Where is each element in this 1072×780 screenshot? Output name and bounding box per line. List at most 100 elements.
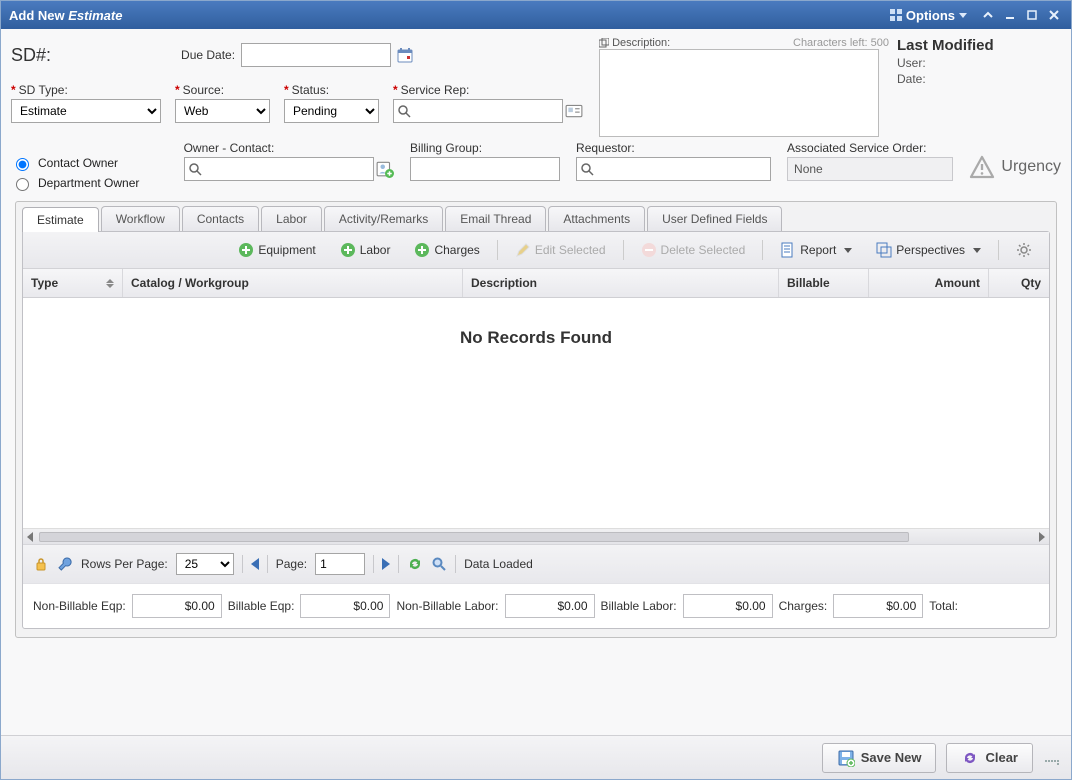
add-charges-button[interactable]: Charges <box>405 238 488 262</box>
charges-label: Charges: <box>779 599 828 613</box>
billing-group-label: Billing Group: <box>410 141 560 155</box>
col-billable[interactable]: Billable <box>779 269 869 297</box>
grid-toolbar: Equipment Labor Charges Edit Selected <box>23 232 1049 269</box>
billable-eqp-label: Billable Eqp: <box>228 599 295 613</box>
clear-icon <box>961 749 979 767</box>
options-menu[interactable]: Options <box>890 8 967 23</box>
plus-circle-icon <box>238 242 254 258</box>
assoc-so-value: None <box>787 157 953 181</box>
chars-left-label: Characters left: 500 <box>793 37 889 49</box>
window: Add New Estimate Options SD#: Due Date: <box>0 0 1072 780</box>
owner-contact-label: Owner - Contact: <box>184 141 394 155</box>
status-select[interactable]: Pending <box>284 99 379 123</box>
no-records-message: No Records Found <box>460 328 612 348</box>
search-icon <box>580 162 594 176</box>
tab-strip: EstimateWorkflowContactsLaborActivity/Re… <box>18 202 1054 231</box>
pager: Rows Per Page: 25 Page: Data Loaded <box>23 544 1049 583</box>
tab-estimate[interactable]: Estimate <box>22 207 99 232</box>
save-icon <box>837 749 855 767</box>
rows-per-page-select[interactable]: 25 <box>176 553 234 575</box>
horizontal-scrollbar[interactable] <box>23 528 1049 544</box>
add-labor-button[interactable]: Labor <box>331 238 400 262</box>
col-qty[interactable]: Qty <box>989 269 1049 297</box>
billable-labor-label: Billable Labor: <box>601 599 677 613</box>
billable-labor-value: $0.00 <box>683 594 773 618</box>
window-title: Add New Estimate <box>9 8 122 23</box>
lock-icon[interactable] <box>33 556 49 572</box>
delete-selected-button: Delete Selected <box>632 238 755 262</box>
save-new-button[interactable]: Save New <box>822 743 937 773</box>
tab-user-defined-fields[interactable]: User Defined Fields <box>647 206 782 231</box>
owner-contact-input[interactable] <box>184 157 374 181</box>
billing-group-input[interactable] <box>410 157 560 181</box>
department-owner-radio[interactable]: Department Owner <box>11 175 168 191</box>
prev-page-button[interactable] <box>251 558 259 570</box>
contact-owner-radio[interactable]: Contact Owner <box>11 155 168 171</box>
calendar-icon[interactable] <box>397 47 413 63</box>
wrench-icon[interactable] <box>57 556 73 572</box>
description-textarea[interactable] <box>599 49 879 137</box>
last-modified-header: Last Modified <box>897 37 1061 54</box>
lm-user-label: User: <box>897 56 926 70</box>
scroll-right-icon[interactable] <box>1039 532 1045 542</box>
pencil-icon <box>515 242 531 258</box>
sd-type-select[interactable]: Estimate <box>11 99 161 123</box>
collapse-button[interactable] <box>979 6 997 24</box>
requestor-input[interactable] <box>576 157 771 181</box>
page-input[interactable] <box>315 553 365 575</box>
non-billable-eqp-label: Non-Billable Eqp: <box>33 599 126 613</box>
perspectives-dropdown[interactable]: Perspectives <box>867 238 990 262</box>
search-icon[interactable] <box>431 556 447 572</box>
status-label: Status: <box>284 83 379 97</box>
plus-circle-icon <box>414 242 430 258</box>
settings-button[interactable] <box>1007 238 1041 262</box>
maximize-button[interactable] <box>1023 6 1041 24</box>
tab-panel-estimate: Equipment Labor Charges Edit Selected <box>22 231 1050 629</box>
tab-frame: EstimateWorkflowContactsLaborActivity/Re… <box>15 201 1057 638</box>
col-type[interactable]: Type <box>23 269 123 297</box>
charges-value: $0.00 <box>833 594 923 618</box>
plus-circle-icon <box>340 242 356 258</box>
billable-eqp-value: $0.00 <box>300 594 390 618</box>
col-amount[interactable]: Amount <box>869 269 989 297</box>
report-dropdown[interactable]: Report <box>771 238 861 262</box>
search-icon <box>397 104 411 118</box>
next-page-button[interactable] <box>382 558 390 570</box>
tab-activity-remarks[interactable]: Activity/Remarks <box>324 206 443 231</box>
urgency-label: Urgency <box>1001 158 1061 176</box>
requestor-label: Requestor: <box>576 141 771 155</box>
chevron-down-icon <box>844 248 852 253</box>
non-billable-labor-label: Non-Billable Labor: <box>396 599 498 613</box>
tab-workflow[interactable]: Workflow <box>101 206 180 231</box>
tab-contacts[interactable]: Contacts <box>182 206 259 231</box>
pager-status: Data Loaded <box>464 557 533 571</box>
tab-email-thread[interactable]: Email Thread <box>445 206 546 231</box>
sort-icon <box>106 279 114 288</box>
tab-attachments[interactable]: Attachments <box>548 206 645 231</box>
minimize-button[interactable] <box>1001 6 1019 24</box>
window-title-prefix: Add New <box>9 8 68 23</box>
close-button[interactable] <box>1045 6 1063 24</box>
sd-type-label: SD Type: <box>11 83 161 97</box>
totals-bar: Non-Billable Eqp: $0.00 Billable Eqp: $0… <box>23 583 1049 628</box>
tab-labor[interactable]: Labor <box>261 206 322 231</box>
source-select[interactable]: Web <box>175 99 270 123</box>
search-icon <box>188 162 202 176</box>
clear-button[interactable]: Clear <box>946 743 1033 773</box>
report-icon <box>780 242 796 258</box>
col-description[interactable]: Description <box>463 269 779 297</box>
resize-grip-icon[interactable] <box>1045 751 1059 765</box>
assoc-so-label: Associated Service Order: <box>787 141 953 155</box>
add-equipment-button[interactable]: Equipment <box>229 238 324 262</box>
col-catalog[interactable]: Catalog / Workgroup <box>123 269 463 297</box>
service-rep-input[interactable] <box>393 99 563 123</box>
due-date-input[interactable] <box>241 43 391 67</box>
chevron-down-icon <box>959 13 967 18</box>
source-label: Source: <box>175 83 270 97</box>
card-icon[interactable] <box>565 102 583 120</box>
scroll-left-icon[interactable] <box>27 532 33 542</box>
refresh-icon[interactable] <box>407 556 423 572</box>
scroll-thumb[interactable] <box>39 532 909 542</box>
add-contact-icon[interactable] <box>376 160 394 178</box>
titlebar: Add New Estimate Options <box>1 1 1071 29</box>
